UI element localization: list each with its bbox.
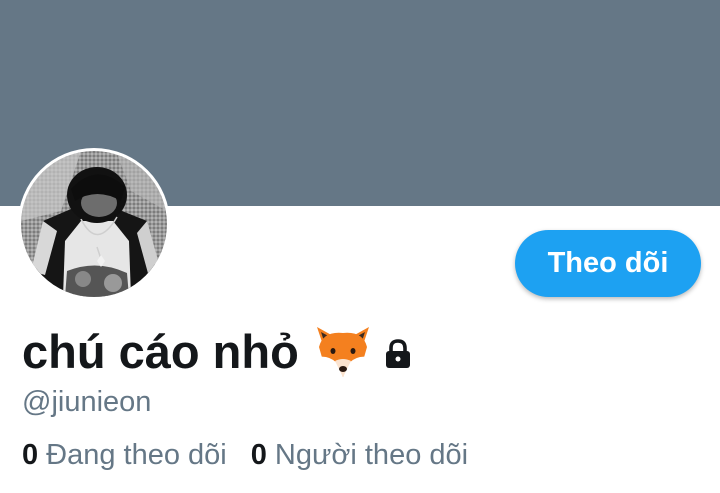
following-label: Đang theo dõi	[46, 439, 227, 471]
fox-face-icon	[316, 327, 369, 377]
lock-icon	[385, 339, 410, 368]
following-count: 0	[22, 439, 39, 471]
followers-stat[interactable]: 0 Người theo dõi	[251, 439, 468, 472]
avatar[interactable]	[18, 148, 170, 300]
avatar-photo	[21, 151, 167, 297]
profile-name-row: chú cáo nhỏ	[22, 318, 413, 384]
followers-label: Người theo dõi	[274, 439, 469, 471]
follow-button[interactable]: Theo dõi	[515, 230, 701, 297]
followers-count: 0	[250, 439, 267, 471]
following-stat[interactable]: 0 Đang theo dõi	[22, 439, 227, 472]
profile-stats: 0 Đang theo dõi 0 Người theo dõi	[22, 439, 492, 472]
display-name: chú cáo nhỏ	[22, 324, 299, 378]
user-handle: @jiunieon	[22, 386, 152, 418]
